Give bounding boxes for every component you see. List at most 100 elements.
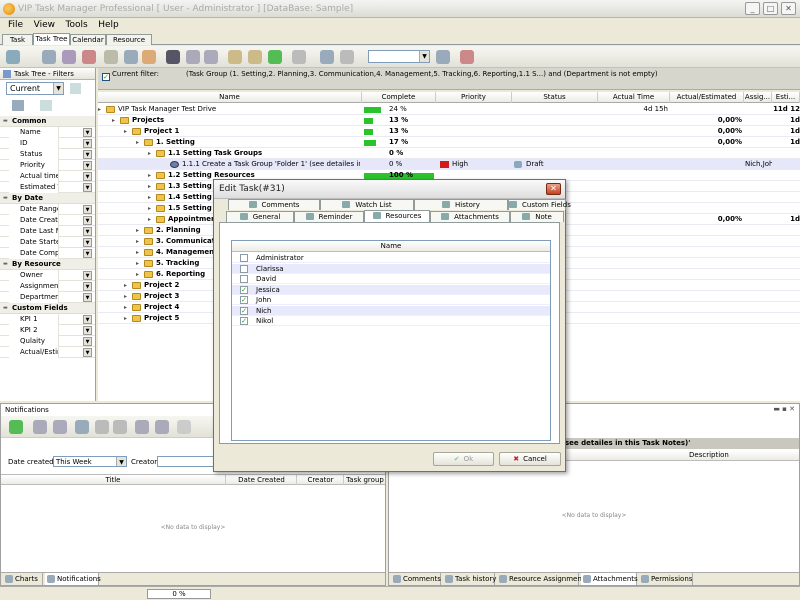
pane-controls[interactable]: ▬ ▪ ✕ [773, 405, 795, 413]
filter-preset-select[interactable]: Current ▼ [6, 82, 64, 95]
resource-row[interactable]: David [232, 274, 550, 284]
table-row[interactable]: ▸ 1.1 Setting Task Groups 0 % [98, 148, 800, 159]
filter-row[interactable]: KPI 1 ▼ [0, 314, 95, 325]
tree-expander-icon[interactable]: ▸ [148, 170, 151, 181]
col-estimated[interactable]: Esti... [772, 92, 800, 103]
resource-checkbox[interactable]: ✓ [240, 306, 248, 315]
date-created-select[interactable]: This Week ▼ [53, 456, 127, 467]
tree-expander-icon[interactable]: ▸ [136, 269, 139, 280]
menu-help[interactable]: Help [94, 18, 123, 33]
tree-expander-icon[interactable]: ▸ [148, 148, 151, 159]
col-date-created[interactable]: Date Created [227, 475, 297, 485]
chevron-down-icon[interactable]: ▼ [83, 161, 92, 170]
col-assigned[interactable]: Assig... [744, 92, 772, 103]
tree-expander-icon[interactable]: ▸ [124, 126, 127, 137]
tab-task-history[interactable]: Task history [443, 573, 496, 585]
tree-expander-icon[interactable]: ▸ [148, 181, 151, 192]
dialog-close-button[interactable]: ✕ [546, 183, 561, 195]
tree-expander-icon[interactable]: ▸ [124, 280, 127, 291]
tree-expander-icon[interactable]: ▸ [136, 225, 139, 236]
table-row[interactable]: 1.1.1 Create a Task Group 'Folder 1' (se… [98, 159, 800, 170]
chevron-down-icon[interactable]: ▼ [83, 315, 92, 324]
tab-calendar[interactable]: Calendar [70, 34, 106, 45]
dialog-tab-general[interactable]: General [226, 211, 294, 222]
maximize-button[interactable]: □ [763, 2, 778, 15]
tab-resource-assignment[interactable]: Resource Assignment [497, 573, 585, 585]
filter-row[interactable]: Date Compk ▼ [0, 248, 95, 259]
delete-task-icon[interactable] [82, 50, 96, 64]
sort-icon[interactable] [292, 50, 306, 64]
tree-expander-icon[interactable]: ▸ [124, 302, 127, 313]
copy-icon[interactable] [177, 420, 191, 434]
menu-file[interactable]: File [4, 18, 27, 33]
filter-icon[interactable] [95, 420, 109, 434]
dialog-tab-comments[interactable]: Comments [228, 199, 320, 210]
chevron-down-icon[interactable]: ▼ [83, 249, 92, 258]
close-window-button[interactable]: ✕ [781, 2, 796, 15]
resource-row[interactable]: Administrator [232, 253, 550, 263]
play-icon[interactable] [113, 420, 127, 434]
refresh-icon[interactable] [268, 50, 282, 64]
chevron-down-icon[interactable]: ▼ [83, 348, 92, 357]
tree-expander-icon[interactable]: ▸ [112, 115, 115, 126]
dialog-tab-history[interactable]: History [414, 199, 508, 210]
filter-row[interactable]: Actual/Estin ▼ [0, 347, 95, 358]
view-task-icon[interactable] [62, 50, 76, 64]
move-up-icon[interactable] [186, 50, 200, 64]
tree-expander-icon[interactable]: ▸ [136, 258, 139, 269]
cancel-button[interactable]: ✖ Cancel [499, 452, 561, 466]
resources-list-header[interactable]: Name [232, 241, 550, 252]
current-filter-checkbox[interactable]: ✓ [102, 73, 110, 81]
refresh-icon[interactable] [9, 420, 23, 434]
tab-permissions[interactable]: Permissions [639, 573, 693, 585]
move-down-icon[interactable] [204, 50, 218, 64]
chevron-down-icon[interactable]: ▼ [83, 326, 92, 335]
minimize-button[interactable]: _ [745, 2, 760, 15]
resource-row[interactable]: Clarissa [232, 263, 550, 274]
chevron-down-icon[interactable]: ▼ [83, 271, 92, 280]
view-all-icon[interactable] [53, 420, 67, 434]
resource-checkbox[interactable] [240, 275, 248, 283]
tab-attachments[interactable]: Attachments [581, 573, 638, 585]
tab-notifications[interactable]: Notifications [45, 573, 101, 585]
toolbar-combo[interactable]: ▼ [368, 50, 430, 63]
bell-icon[interactable] [75, 420, 89, 434]
tree-expander-icon[interactable]: ▸ [136, 247, 139, 258]
resource-row[interactable]: ✓ Nikol [232, 316, 550, 326]
table-row[interactable]: ▸ Projects 13 % 0,00% 1d [98, 115, 800, 126]
chevron-down-icon[interactable]: ▼ [83, 216, 92, 225]
creator-select[interactable] [157, 456, 215, 467]
col-status[interactable]: Status [512, 92, 598, 103]
tree-expander-icon[interactable]: ▸ [148, 214, 151, 225]
tab-task-tree[interactable]: Task Tree [33, 33, 70, 45]
menu-tools[interactable]: Tools [62, 18, 92, 33]
filter-row[interactable]: Owner ▼ [0, 270, 95, 281]
export-icon[interactable] [436, 50, 450, 64]
mark-read-icon[interactable] [135, 420, 149, 434]
col-task-group[interactable]: Task group [345, 475, 385, 485]
clear-icon[interactable] [460, 50, 474, 64]
dialog-tab-reminder[interactable]: Reminder [294, 211, 364, 222]
filter-row[interactable]: Priority ▼ [0, 160, 95, 171]
filter-row[interactable]: Assignment ▼ [0, 281, 95, 292]
ok-button[interactable]: ✔ Ok [433, 452, 494, 466]
copy-icon[interactable] [340, 50, 354, 64]
expand-icon[interactable] [228, 50, 242, 64]
filter-row[interactable]: Name ▼ [0, 127, 95, 138]
tree-expander-icon[interactable]: ▸ [124, 313, 127, 324]
dialog-tab-custom-fields[interactable]: Custom Fields [508, 199, 571, 210]
filter-section-header[interactable]: Common [0, 116, 95, 127]
filter-row[interactable]: Estimated Ti ▼ [0, 182, 95, 193]
col-description[interactable]: Description [689, 450, 729, 460]
tree-expander-icon[interactable]: ▸ [148, 203, 151, 214]
tree-expander-icon[interactable]: ▸ [98, 104, 101, 115]
chevron-down-icon[interactable]: ▼ [83, 183, 92, 192]
mark-unread-icon[interactable] [155, 420, 169, 434]
dialog-tab-resources[interactable]: Resources [364, 210, 430, 222]
tab-task-list[interactable]: Task List [2, 34, 33, 54]
filter-row[interactable]: Department ▼ [0, 292, 95, 303]
filter-section-header[interactable]: By Date [0, 193, 95, 204]
chevron-down-icon[interactable]: ▼ [83, 150, 92, 159]
fit-width-icon[interactable] [320, 50, 334, 64]
tree-expander-icon[interactable]: ▸ [148, 192, 151, 203]
